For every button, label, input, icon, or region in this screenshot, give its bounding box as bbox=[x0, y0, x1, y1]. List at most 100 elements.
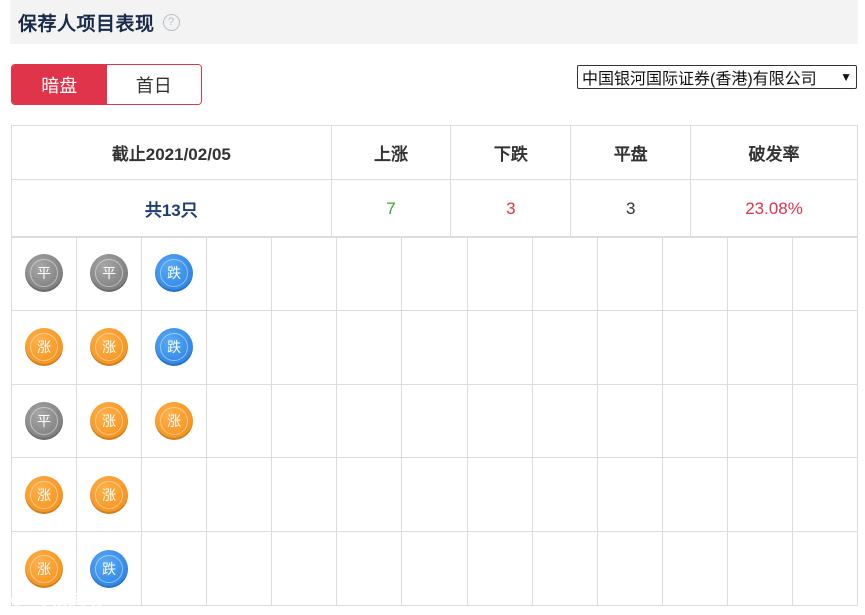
grid-cell bbox=[337, 310, 403, 385]
ipo-result-badge[interactable]: 平 bbox=[25, 401, 64, 440]
ipo-result-grid: 平平跌涨涨跌平涨涨涨涨涨跌 bbox=[11, 236, 858, 606]
grid-cell: 平 bbox=[12, 237, 78, 311]
grid-cell bbox=[727, 310, 793, 385]
break-rate: 23.08% bbox=[690, 179, 858, 238]
section-header: 保荐人项目表现 ? bbox=[10, 0, 858, 44]
grid-cell bbox=[662, 458, 728, 533]
grid-cell: 涨 bbox=[77, 458, 143, 533]
grid-cell bbox=[467, 458, 533, 533]
grid-cell bbox=[727, 237, 793, 311]
grid-cell bbox=[727, 458, 793, 533]
grid-cell bbox=[207, 384, 273, 459]
ipo-result-label: 涨 bbox=[30, 480, 59, 509]
ipo-result-badge[interactable]: 涨 bbox=[90, 328, 129, 367]
grid-cell bbox=[792, 384, 858, 459]
grid-cell bbox=[662, 532, 728, 606]
ipo-result-badge[interactable]: 涨 bbox=[25, 549, 64, 588]
grid-cell bbox=[532, 384, 598, 459]
ipo-result-label: 平 bbox=[30, 259, 59, 288]
grid-cell bbox=[467, 384, 533, 459]
watermark-text: 大数跨境 bbox=[42, 591, 102, 609]
grid-cell bbox=[337, 384, 403, 459]
total-count: 共13只 bbox=[11, 179, 332, 238]
header-down: 下跌 bbox=[450, 125, 572, 180]
up-count: 7 bbox=[330, 179, 452, 238]
grid-cell: 涨 bbox=[12, 458, 78, 533]
help-icon[interactable]: ? bbox=[162, 13, 180, 31]
summary-table: 截止2021/02/05 上涨 下跌 平盘 破发率 共13只 7 3 3 23.… bbox=[11, 125, 858, 238]
ipo-result-badge[interactable]: 涨 bbox=[25, 475, 64, 514]
grid-cell bbox=[727, 532, 793, 606]
grid-cell bbox=[272, 384, 338, 459]
flat-count: 3 bbox=[570, 179, 692, 238]
ipo-result-label: 平 bbox=[30, 406, 59, 435]
grid-cell bbox=[532, 532, 598, 606]
header-flat: 平盘 bbox=[570, 125, 692, 180]
grid-cell bbox=[207, 310, 273, 385]
ipo-result-badge[interactable]: 涨 bbox=[90, 401, 129, 440]
grid-cell: 涨 bbox=[12, 310, 78, 385]
ipo-result-badge[interactable]: 平 bbox=[25, 254, 64, 293]
ipo-result-badge[interactable]: 涨 bbox=[25, 328, 64, 367]
grid-cell bbox=[597, 310, 663, 385]
grid-cell bbox=[272, 458, 338, 533]
section-title: 保荐人项目表现 bbox=[18, 13, 155, 35]
summary-value-row: 共13只 7 3 3 23.08% bbox=[11, 179, 858, 238]
grid-cell bbox=[662, 310, 728, 385]
grid-cell bbox=[402, 310, 468, 385]
tab-grey-market[interactable]: 暗盘 bbox=[12, 65, 107, 104]
grid-cell bbox=[467, 310, 533, 385]
grid-cell bbox=[467, 532, 533, 606]
grid-cell bbox=[402, 458, 468, 533]
grid-cell bbox=[142, 532, 208, 606]
grid-cell bbox=[142, 458, 208, 533]
grid-cell bbox=[207, 237, 273, 311]
market-tabs: 暗盘 首日 bbox=[11, 64, 202, 105]
grid-cell bbox=[792, 237, 858, 311]
ipo-result-badge[interactable]: 跌 bbox=[90, 549, 129, 588]
broker-select[interactable]: 中国银河国际证券(香港)有限公司 ▼ bbox=[577, 65, 857, 89]
summary-header-row: 截止2021/02/05 上涨 下跌 平盘 破发率 bbox=[11, 125, 858, 180]
grid-cell bbox=[662, 237, 728, 311]
ipo-result-badge[interactable]: 涨 bbox=[155, 401, 194, 440]
ipo-result-label: 涨 bbox=[95, 333, 124, 362]
ipo-result-badge[interactable]: 跌 bbox=[155, 328, 194, 367]
down-count: 3 bbox=[450, 179, 572, 238]
grid-cell bbox=[272, 310, 338, 385]
grid-cell bbox=[272, 237, 338, 311]
grid-cell bbox=[402, 384, 468, 459]
ipo-result-label: 涨 bbox=[95, 480, 124, 509]
grid-cell: 涨 bbox=[77, 384, 143, 459]
header-up: 上涨 bbox=[330, 125, 452, 180]
tab-first-day[interactable]: 首日 bbox=[106, 65, 201, 104]
grid-cell bbox=[532, 310, 598, 385]
grid-cell bbox=[662, 384, 728, 459]
ipo-result-label: 涨 bbox=[160, 406, 189, 435]
grid-cell: 平 bbox=[12, 384, 78, 459]
ipo-result-badge[interactable]: 涨 bbox=[90, 475, 129, 514]
broker-select-value: 中国银河国际证券(香港)有限公司 bbox=[582, 71, 817, 88]
grid-cell bbox=[337, 532, 403, 606]
grid-cell: 涨 bbox=[77, 310, 143, 385]
grid-cell bbox=[597, 532, 663, 606]
grid-cell bbox=[597, 458, 663, 533]
ipo-result-badge[interactable]: 跌 bbox=[155, 254, 194, 293]
grid-cell bbox=[792, 310, 858, 385]
ipo-result-label: 跌 bbox=[95, 554, 124, 583]
grid-cell bbox=[402, 532, 468, 606]
grid-cell: 平 bbox=[77, 237, 143, 311]
ipo-result-label: 跌 bbox=[160, 259, 189, 288]
grid-cell bbox=[532, 237, 598, 311]
watermark: 大数跨境 bbox=[11, 591, 102, 609]
grid-cell bbox=[467, 237, 533, 311]
grid-cell bbox=[337, 458, 403, 533]
grid-cell: 涨 bbox=[142, 384, 208, 459]
grid-cell bbox=[792, 458, 858, 533]
grid-cell bbox=[792, 532, 858, 606]
ipo-result-label: 涨 bbox=[30, 333, 59, 362]
ipo-result-badge[interactable]: 平 bbox=[90, 254, 129, 293]
ipo-result-label: 涨 bbox=[30, 554, 59, 583]
ipo-result-label: 平 bbox=[95, 259, 124, 288]
grid-cell: 跌 bbox=[142, 310, 208, 385]
grid-cell bbox=[532, 458, 598, 533]
